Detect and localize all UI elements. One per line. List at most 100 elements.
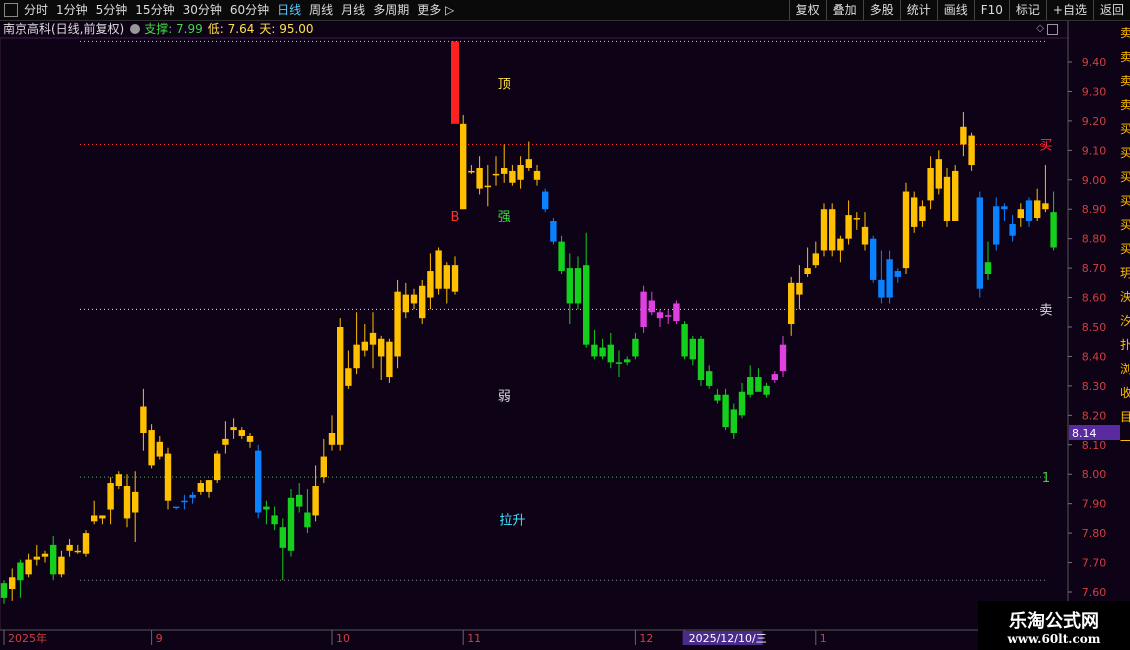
candle-body (558, 241, 565, 272)
candlestick-chart[interactable]: 买卖1顶强弱拉升B9.409.309.209.109.008.908.808.7… (0, 0, 1130, 650)
y-tick-label: 8.30 (1082, 380, 1107, 393)
candle-body (665, 315, 672, 317)
candle-body (763, 385, 770, 395)
candle-body (960, 126, 967, 145)
candle-body (902, 191, 910, 269)
chart-annotation: B (451, 210, 460, 225)
candle-body (173, 506, 180, 509)
spike-top-bar (451, 41, 459, 124)
watermark-url: www.60lt.com (1007, 632, 1101, 646)
y-tick-label: 8.00 (1082, 468, 1107, 481)
x-tick-label: 2025年 (8, 631, 47, 645)
candle-body (1034, 200, 1041, 219)
y-tick-label: 8.90 (1082, 203, 1107, 216)
candle-body (812, 253, 819, 266)
y-tick-label: 8.70 (1082, 262, 1107, 275)
candle-body (1009, 223, 1016, 236)
candle-body (1042, 203, 1049, 210)
current-price-label: 8.14 (1072, 427, 1097, 440)
hline-label: 1 (1042, 471, 1050, 486)
candle-body (427, 271, 434, 298)
strip-char: 目 (1120, 410, 1130, 424)
strip-char: 玥 (1120, 266, 1130, 280)
y-tick-label: 9.00 (1082, 174, 1107, 187)
candle-body (337, 327, 344, 445)
candle-body (99, 515, 106, 519)
candle-body (1050, 212, 1057, 248)
candle-body (181, 500, 188, 503)
candle-body (435, 250, 442, 289)
x-tick-label: 12 (639, 632, 653, 645)
strip-char: 汐 (1120, 314, 1130, 328)
candle-body (279, 527, 286, 548)
y-tick-label: 7.80 (1082, 527, 1107, 540)
candle-body (517, 165, 524, 180)
candle-body (886, 259, 893, 298)
candle-body (246, 435, 254, 442)
candle-body (640, 291, 647, 327)
candle-body (132, 491, 139, 513)
candle-body (312, 486, 319, 516)
strip-char: 卖 (1120, 50, 1130, 64)
candle-body (673, 303, 680, 322)
candle-body (738, 391, 746, 416)
hline-label: 卖 (1039, 303, 1052, 318)
candle-body (788, 282, 795, 325)
candle-body (681, 324, 688, 357)
candle-body (156, 441, 163, 457)
candle-body (591, 344, 598, 357)
candle-body (615, 362, 623, 364)
strip-char: 泱 (1120, 290, 1130, 304)
candle-body (66, 544, 73, 551)
candle-body (451, 265, 459, 292)
candle-body (58, 556, 65, 575)
candle-body (648, 300, 655, 313)
candle-body (140, 406, 147, 433)
candle-body (222, 438, 229, 445)
strip-char: 卖 (1120, 98, 1130, 112)
candle-body (525, 159, 532, 168)
strip-char: 一 (1120, 434, 1130, 448)
candle-body (984, 262, 992, 274)
candle-body (533, 170, 541, 180)
candle-body (91, 515, 98, 522)
hline-label: 买 (1039, 138, 1052, 153)
candle-body (861, 226, 869, 245)
candle-body (402, 294, 409, 313)
candle-body (911, 197, 918, 227)
candle-body (894, 271, 901, 277)
candle-body (796, 282, 803, 295)
strip-char: 买 (1120, 218, 1130, 232)
strip-char: 收 (1120, 386, 1130, 400)
y-tick-label: 8.20 (1082, 409, 1107, 422)
candle-body (976, 197, 983, 289)
strip-char: 买 (1120, 146, 1130, 160)
candle-body (968, 135, 975, 166)
candle-body (386, 341, 393, 378)
strip-char: 卖 (1120, 26, 1130, 40)
y-tick-label: 8.10 (1082, 439, 1107, 452)
candle-body (419, 285, 426, 319)
y-tick-label: 8.40 (1082, 350, 1107, 363)
x-tick-label: 1 (820, 632, 827, 645)
candle-body (492, 173, 500, 176)
candle-body (550, 221, 557, 242)
candle-body (123, 486, 131, 519)
candle-body (378, 338, 385, 357)
y-tick-label: 9.20 (1082, 115, 1107, 128)
candle-body (460, 123, 467, 210)
candle-body (853, 218, 860, 220)
strip-char: 买 (1120, 122, 1130, 136)
candle-body (296, 494, 303, 507)
candle-body (17, 562, 24, 581)
candle-body (328, 433, 336, 445)
candle-body (624, 359, 631, 363)
candle-body (107, 483, 114, 510)
candle-body (41, 553, 49, 557)
strip-char: 买 (1120, 194, 1130, 208)
candle-body (287, 497, 295, 551)
candle-body (484, 185, 491, 188)
candle-body (410, 294, 418, 304)
strip-char: 浏 (1120, 362, 1130, 376)
candle-body (476, 168, 483, 189)
